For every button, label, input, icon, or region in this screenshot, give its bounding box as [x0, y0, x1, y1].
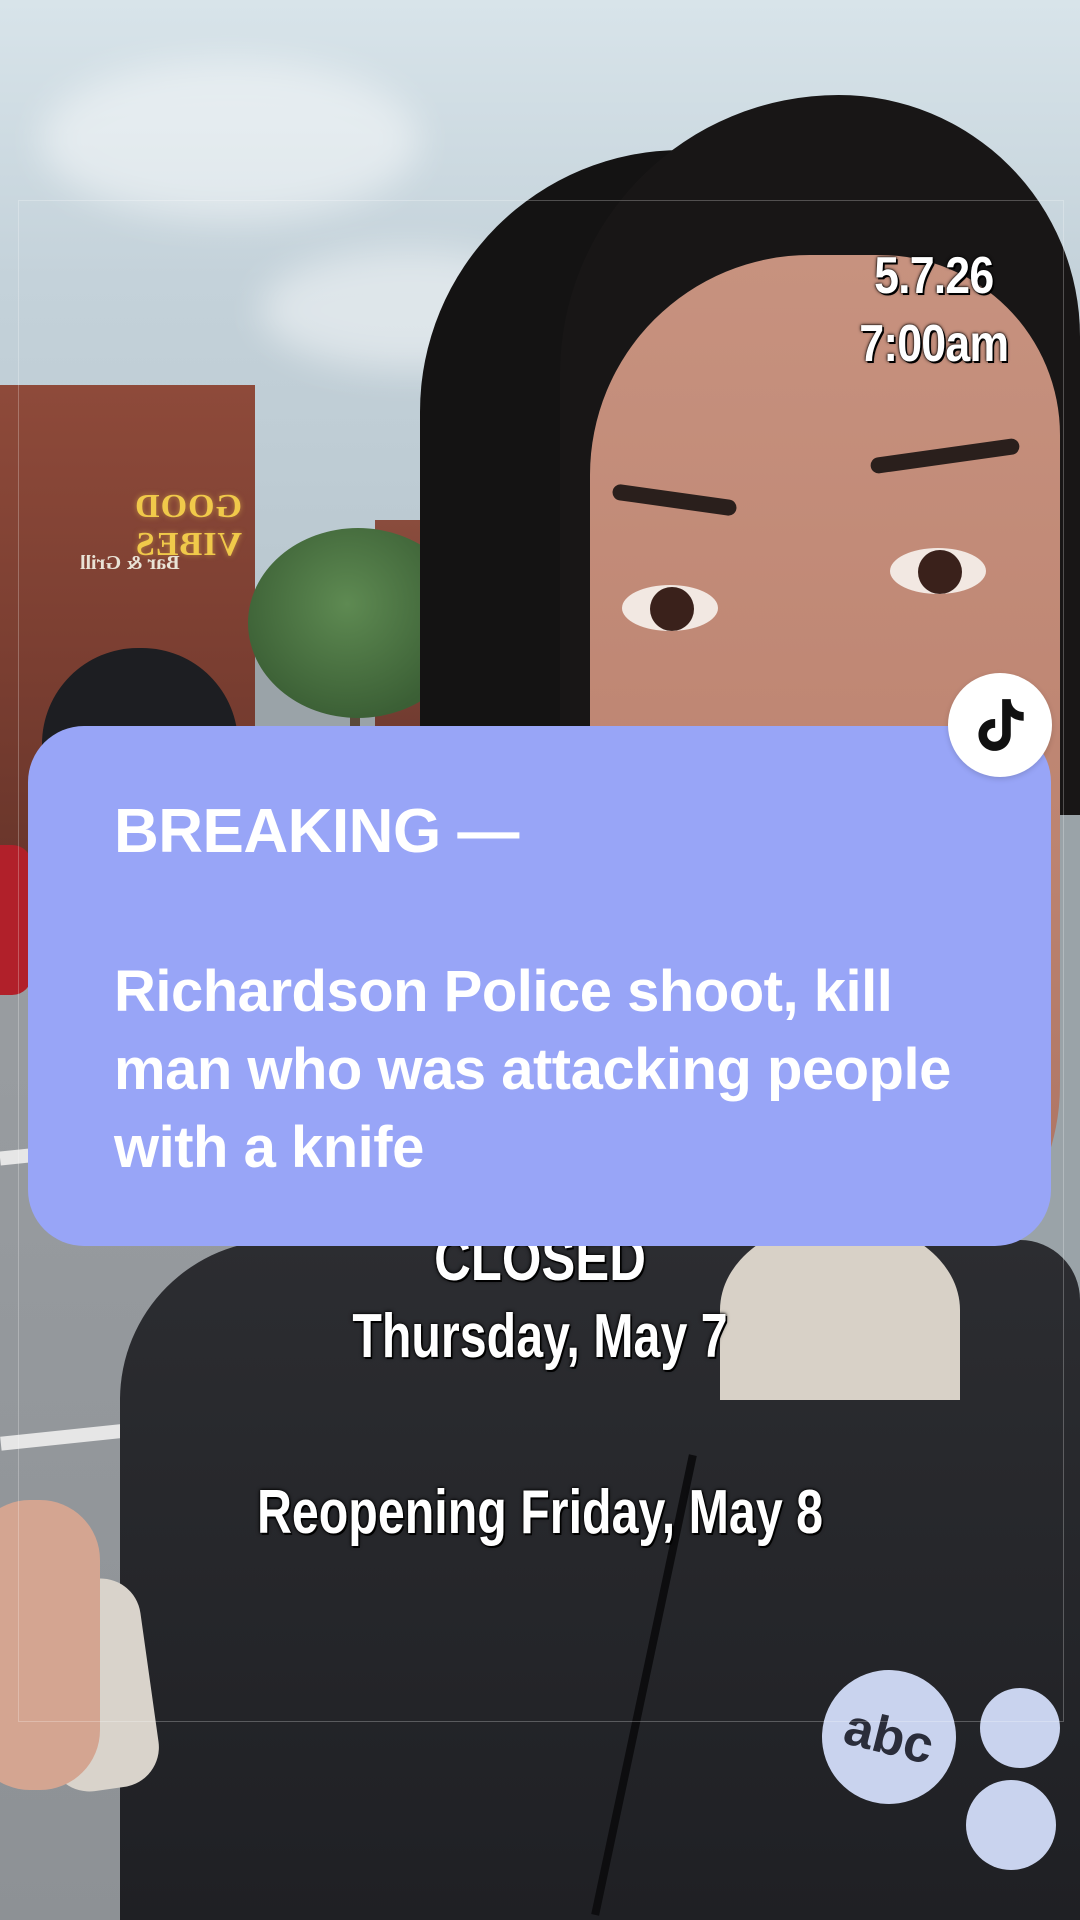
storefront-sign-sub: Bar & Grill: [80, 552, 180, 574]
date-time-stamp: 5.7.26 7:00am: [859, 242, 1009, 378]
time-text: 7:00am: [859, 315, 1009, 373]
closed-date: Thursday, May 7: [352, 1302, 728, 1371]
cloud: [40, 60, 420, 220]
eye: [622, 585, 718, 631]
breaking-news-card: BREAKING — Richardson Police shoot, kill…: [28, 726, 1051, 1246]
tiktok-logo-icon: [978, 699, 1024, 751]
tiktok-badge[interactable]: [948, 673, 1052, 777]
date-text: 5.7.26: [873, 247, 994, 305]
headline: Richardson Police shoot, kill man who wa…: [114, 959, 951, 1180]
reopening-text: Reopening Friday, May 8: [256, 1478, 824, 1547]
breaking-label: BREAKING —: [114, 797, 519, 866]
closure-notice: CLOSED Thursday, May 7 Reopening Friday,…: [0, 1225, 1080, 1555]
eye: [890, 548, 986, 594]
logo-dot: [980, 1688, 1060, 1768]
logo-dot: [966, 1780, 1056, 1870]
